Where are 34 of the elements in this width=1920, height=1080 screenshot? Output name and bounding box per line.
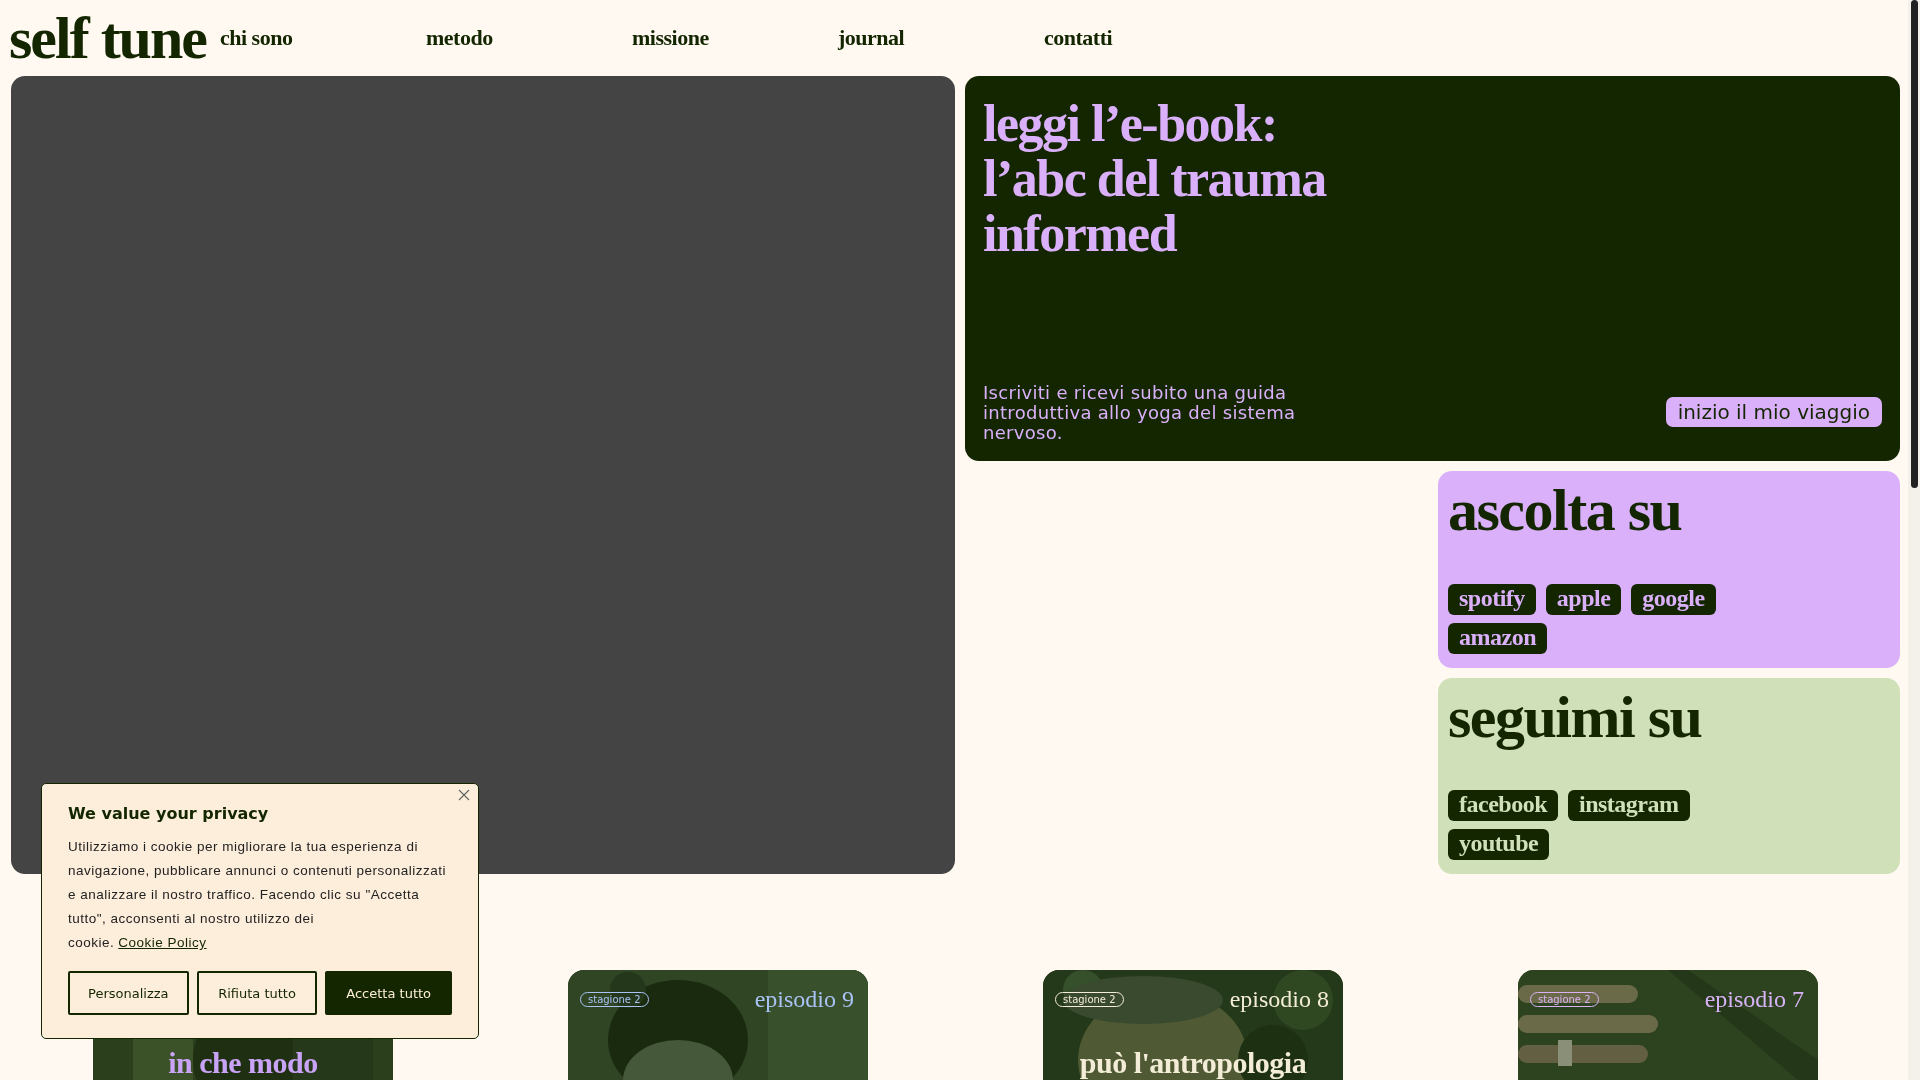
platform-link[interactable]: youtube: [1448, 829, 1550, 860]
episode-number: episodio 7: [1704, 986, 1804, 1013]
cookie-policy-link[interactable]: Cookie Policy: [118, 935, 207, 950]
episode-title: può l'antropologia: [1078, 1046, 1308, 1080]
platform-link[interactable]: amazon: [1448, 622, 1547, 654]
episode-card[interactable]: stagione 2 episodio 8 può l'antropologia: [1043, 970, 1343, 1080]
nav-link[interactable]: contatti: [1044, 25, 1250, 52]
cta-button[interactable]: inizio il mio viaggio: [1665, 397, 1882, 428]
nav-link[interactable]: chi sono: [220, 25, 426, 52]
platform-link[interactable]: apple: [1545, 583, 1622, 615]
nav-link[interactable]: metodo: [426, 25, 632, 52]
ebook-title: leggi l’e-book: l’abc del trauma informed: [983, 96, 1326, 262]
platform-link[interactable]: spotify: [1448, 583, 1536, 615]
ebook-description: Iscriviti e ricevi subito una guida introduttiva allo yoga del sistema nervoso.: [983, 383, 1297, 444]
episode-card[interactable]: stagione 2 episodio 7: [1518, 970, 1818, 1080]
consent-button[interactable]: Accetta tutto: [325, 971, 452, 1015]
episode-number: episodio 9: [754, 986, 854, 1013]
consent-button[interactable]: Rifiuta tutto: [196, 971, 318, 1015]
logo[interactable]: self tune: [9, 8, 206, 69]
banner-text: Utilizziamo i cookie per migliorare la tua esperienza di navigazione, pubblicare annunci o contenuti personalizzati e analizzare il nostro traffico. Facendo clic su "Accetta tutto", acconsenti al nostro utilizzo dei cookie. Cookie Policy: [68, 838, 447, 952]
consent-button[interactable]: Personalizza: [68, 971, 189, 1015]
banner-title: We value your privacy: [68, 804, 269, 823]
card-title: ascolta su: [1448, 477, 1682, 544]
platform-link[interactable]: instagram: [1568, 790, 1690, 821]
nav-link[interactable]: journal: [838, 25, 1044, 52]
episode-title: in che modo: [167, 1046, 319, 1080]
close-icon[interactable]: [458, 789, 470, 801]
episode-number: episodio 8: [1229, 986, 1329, 1013]
platform-link[interactable]: google: [1631, 583, 1716, 615]
scrollbar-thumb[interactable]: [1910, 0, 1918, 488]
platform-link[interactable]: facebook: [1448, 790, 1558, 821]
episode-card[interactable]: stagione 2 episodio 9: [568, 970, 868, 1080]
nav-link[interactable]: missione: [632, 25, 838, 52]
card-title: seguimi su: [1448, 683, 1702, 750]
